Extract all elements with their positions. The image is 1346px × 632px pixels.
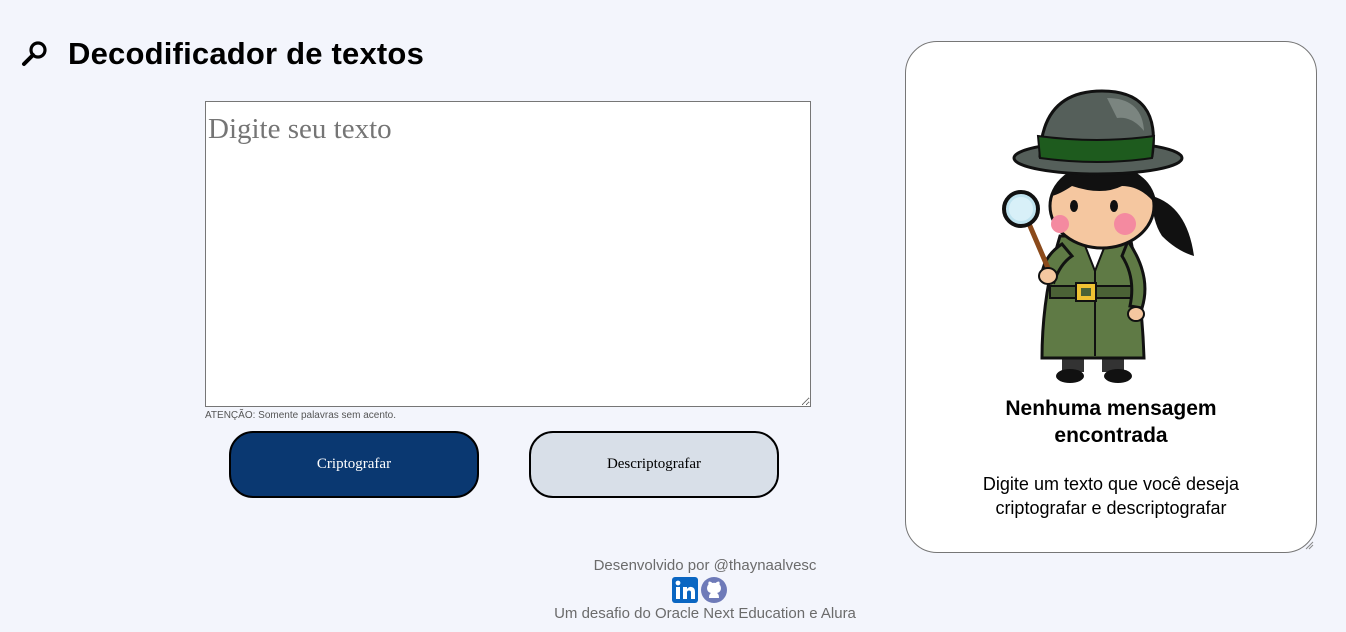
header: Decodificador de textos [20, 36, 424, 72]
decrypt-button[interactable]: Descriptografar [529, 431, 779, 498]
developer-credit: Desenvolvido por @thaynaalvesc [593, 557, 817, 574]
resize-grip-icon[interactable] [1304, 540, 1314, 550]
encrypt-button[interactable]: Criptografar [229, 431, 479, 498]
page-title: Decodificador de textos [68, 36, 425, 71]
linkedin-icon[interactable] [672, 577, 698, 603]
github-icon[interactable] [701, 577, 727, 603]
detective-illustration [1002, 89, 1194, 383]
magnifier-icon [20, 39, 50, 69]
footer: Desenvolvido por @thaynaalvesc Um desafi… [505, 556, 905, 624]
social-links [494, 576, 905, 604]
empty-message-title: Nenhuma mensagem encontrada [1005, 397, 1217, 447]
empty-message-subtitle: Digite um texto que você deseja criptogr… [982, 474, 1240, 518]
challenge-credit: Um desafio do Oracle Next Education e Al… [554, 605, 856, 622]
message-input[interactable] [205, 101, 811, 407]
result-panel: Nenhuma mensagem encontrada Digite um te… [905, 41, 1317, 553]
warning-text: ATENÇÃO: Somente palavras sem acento. [205, 410, 397, 421]
